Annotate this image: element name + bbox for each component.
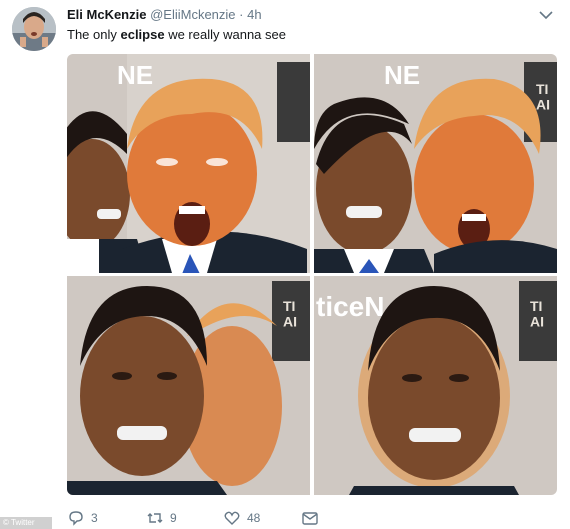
tweet-header: Eli McKenzie @EliiMckenzie · 4h [67, 7, 262, 23]
watermark: © Twitter [0, 517, 52, 529]
banner-text: TI AI [530, 298, 544, 329]
avatar[interactable] [12, 7, 56, 51]
media-image-2[interactable]: NE TI AI [314, 54, 557, 273]
direct-message-button[interactable] [301, 509, 319, 527]
backdrop-text: NE [117, 60, 153, 90]
tweet-text-before: The only [67, 27, 121, 42]
media-grid: NE NE TI AI TI AI ticeN TI AI [67, 54, 557, 495]
timestamp[interactable]: 4h [247, 7, 261, 22]
retweet-count: 9 [170, 511, 177, 525]
backdrop-text: ticeN [316, 291, 384, 322]
like-button[interactable]: 48 [223, 509, 260, 527]
tweet-text-bold: eclipse [120, 27, 165, 42]
media-image-1[interactable]: NE [67, 54, 310, 273]
banner-text: TI AI [536, 81, 550, 112]
reply-icon [69, 511, 83, 526]
banner-text: TI AI [283, 298, 297, 329]
chevron-down-icon[interactable] [538, 8, 554, 20]
tweet-text-after: we really wanna see [164, 27, 286, 42]
reply-count: 3 [91, 511, 98, 525]
retweet-icon [147, 513, 163, 523]
media-image-4[interactable]: ticeN TI AI [314, 276, 557, 495]
media-image-3[interactable]: TI AI [67, 276, 310, 495]
author-handle[interactable]: @EliiMckenzie [150, 7, 235, 22]
like-count: 48 [247, 511, 261, 525]
tweet-card: Eli McKenzie @EliiMckenzie · 4h The only… [0, 0, 570, 529]
reply-button[interactable]: 3 [67, 509, 98, 527]
avatar-image [12, 7, 56, 51]
direct-message-icon [302, 512, 318, 525]
author-name[interactable]: Eli McKenzie [67, 7, 146, 22]
retweet-button[interactable]: 9 [146, 509, 177, 527]
heart-icon [224, 511, 240, 525]
backdrop-text: NE [384, 60, 420, 90]
tweet-actions: 3 9 48 [67, 509, 487, 529]
time-separator: · [239, 7, 244, 22]
tweet-text: The only eclipse we really wanna see [67, 27, 286, 43]
